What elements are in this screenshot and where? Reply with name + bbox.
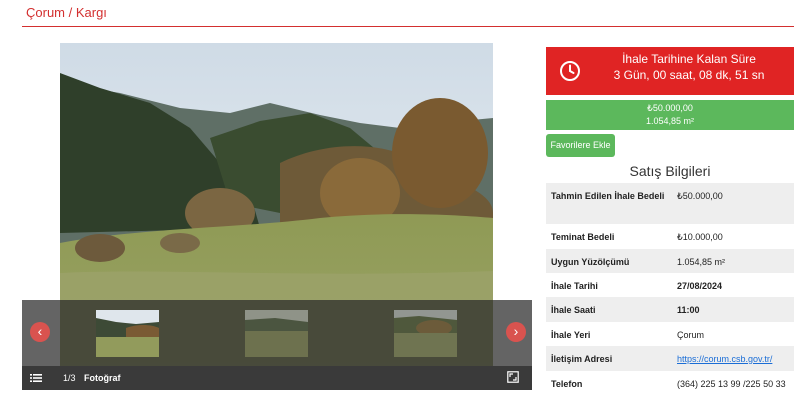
table-row: İletişim Adresi https://corum.csb.gov.tr… <box>546 346 794 371</box>
thumbnail-2[interactable] <box>245 310 308 357</box>
auction-countdown: İhale Tarihine Kalan Süre 3 Gün, 00 saat… <box>546 47 794 95</box>
row-value: https://corum.csb.gov.tr/ <box>672 346 794 371</box>
row-value: 27/08/2024 <box>677 281 723 291</box>
add-to-favorites-button[interactable]: Favorilere Ekle <box>546 134 615 157</box>
thumbnail-strip: ‹ › <box>22 300 532 366</box>
row-key: Teminat Bedeli <box>551 232 615 242</box>
price-summary: ₺50.000,00 1.054,85 m² <box>546 100 794 130</box>
row-value: 1.054,85 m² <box>677 257 726 267</box>
row-value: ₺50.000,00 <box>677 191 723 201</box>
table-row: Uygun Yüzölçümü 1.054,85 m² <box>546 249 794 273</box>
row-value: (364) 225 13 99 /225 50 33 <box>677 379 786 389</box>
row-key: Tahmin Edilen İhale Bedeli <box>551 191 665 201</box>
row-key: İhale Saati <box>551 305 596 315</box>
table-row: İhale Yeri Çorum <box>546 322 794 346</box>
row-value: 11:00 <box>677 305 700 315</box>
chevron-left-icon[interactable]: ‹ <box>30 322 50 342</box>
row-value: ₺10.000,00 <box>677 232 723 242</box>
photo-gallery: ‹ › 1/3 Fotoğraf <box>22 43 532 390</box>
list-icon[interactable] <box>30 372 42 384</box>
breadcrumb[interactable]: Çorum / Kargı <box>26 5 107 20</box>
price-area: 1.054,85 m² <box>645 116 695 126</box>
row-key: İhale Yeri <box>551 330 591 340</box>
countdown-value: 3 Gün, 00 saat, 08 dk, 51 sn <box>613 68 765 82</box>
contact-address-link[interactable]: https://corum.csb.gov.tr/ <box>677 354 772 364</box>
table-row: Tahmin Edilen İhale Bedeli ₺50.000,00 <box>546 183 794 224</box>
sales-info-table: Tahmin Edilen İhale Bedeli ₺50.000,00 Te… <box>546 183 794 409</box>
clock-icon <box>560 61 580 81</box>
countdown-title: İhale Tarihine Kalan Süre <box>622 52 756 66</box>
thumbnail-3[interactable] <box>394 310 457 357</box>
row-key: Uygun Yüzölçümü <box>551 257 630 267</box>
breadcrumb-divider <box>22 26 794 27</box>
table-row: İhale Tarihi 27/08/2024 <box>546 273 794 297</box>
photo-label: Fotoğraf <box>84 373 121 383</box>
gallery-toolbar: 1/3 Fotoğraf <box>22 366 532 390</box>
fullscreen-icon[interactable] <box>507 371 519 383</box>
table-row: Telefon (364) 225 13 99 /225 50 33 <box>546 371 794 409</box>
table-row: Teminat Bedeli ₺10.000,00 <box>546 224 794 249</box>
photo-counter: 1/3 <box>63 373 76 383</box>
table-row: İhale Saati 11:00 <box>546 297 794 322</box>
sales-info-title: Satış Bilgileri <box>629 163 711 179</box>
row-key: İhale Tarihi <box>551 281 598 291</box>
row-key: Telefon <box>551 379 583 389</box>
row-value: Çorum <box>677 330 705 340</box>
chevron-right-icon[interactable]: › <box>506 322 526 342</box>
row-key: İletişim Adresi <box>551 354 613 364</box>
price-amount: ₺50.000,00 <box>647 103 693 113</box>
thumbnail-1[interactable] <box>96 310 159 357</box>
